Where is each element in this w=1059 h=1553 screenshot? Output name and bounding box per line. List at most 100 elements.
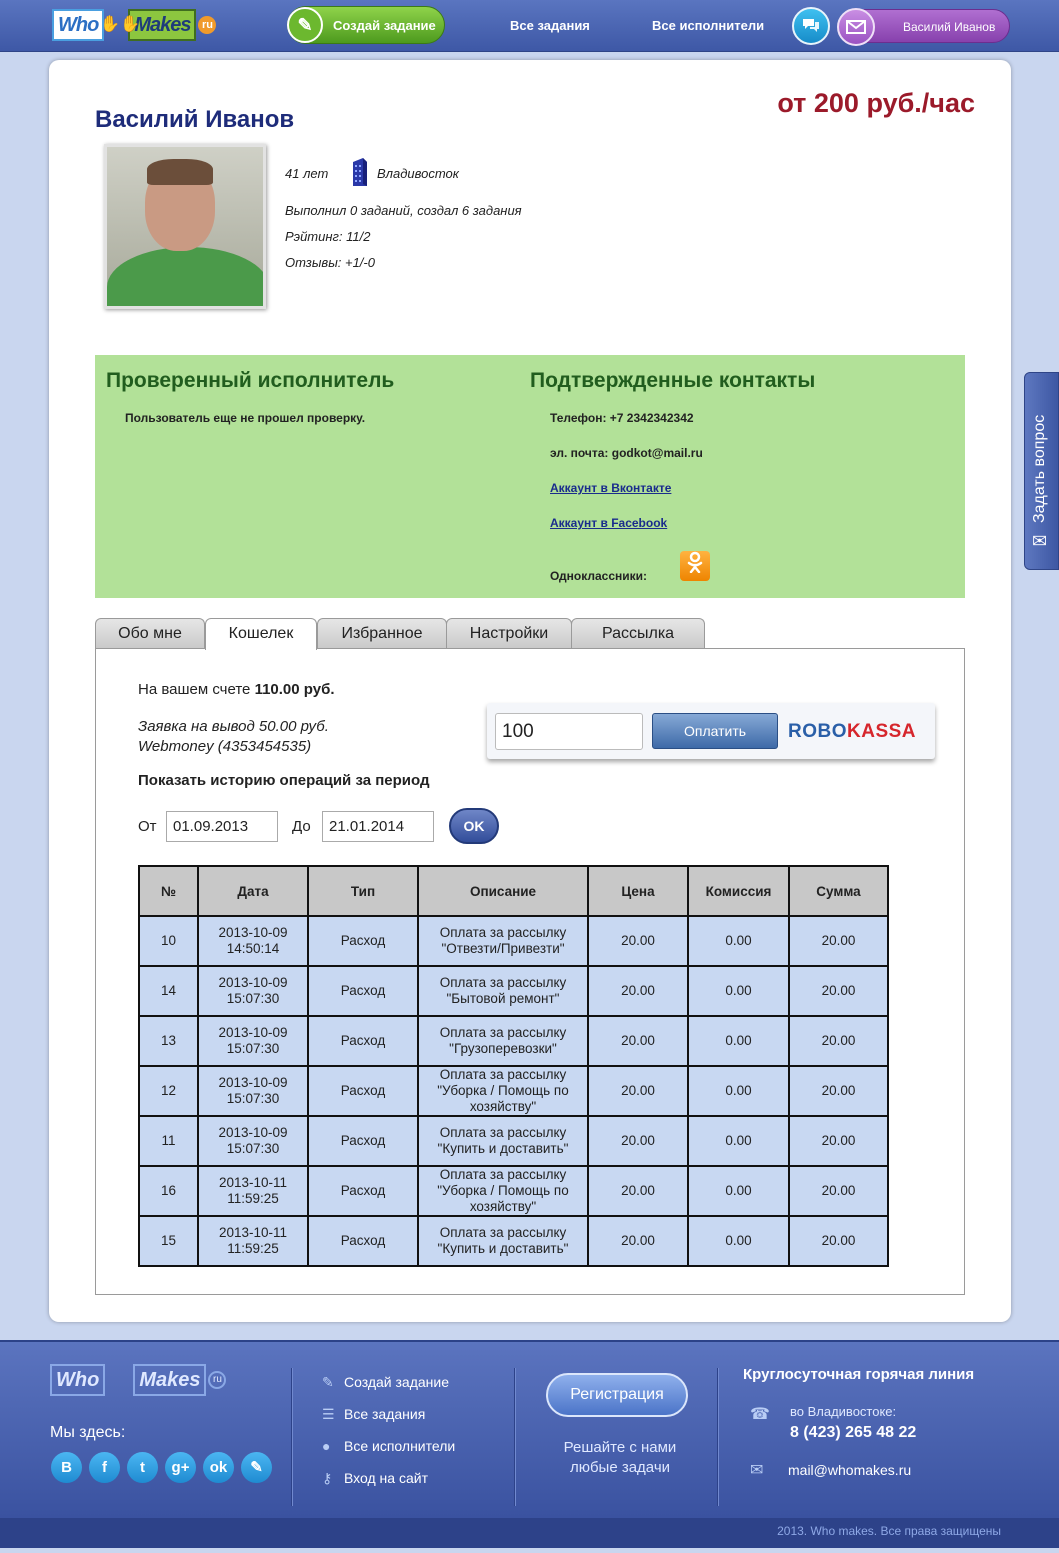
date-from-input[interactable]: 01.09.2013	[166, 811, 278, 842]
table-cell: 20.00	[788, 1115, 889, 1167]
ask-question-tab[interactable]: Задать вопрос ✉	[1024, 372, 1059, 570]
google-plus-icon[interactable]: g+	[165, 1452, 196, 1483]
date-to-label: До	[292, 818, 311, 835]
table-cell: 20.00	[788, 1165, 889, 1217]
profile-city: Владивосток	[377, 166, 459, 181]
table-cell: 0.00	[687, 1165, 790, 1217]
pay-button[interactable]: Оплатить	[652, 713, 778, 749]
user-menu[interactable]: Василий Иванов	[837, 8, 1010, 46]
profile-tasks-stat: Выполнил 0 заданий, создал 6 задания	[285, 203, 522, 218]
table-cell: 0.00	[687, 1215, 790, 1267]
confirmed-contacts-title: Подтвержденные контакты	[530, 369, 816, 392]
key-icon: ⚷	[322, 1470, 333, 1486]
table-cell: Расход	[307, 1215, 419, 1267]
robokassa-payment-box: 100 Оплатить ROBOKASSA	[487, 703, 935, 759]
table-row: 11 2013-10-09 15:07:30 Расход Оплата за рас…	[138, 1115, 889, 1167]
livejournal-icon[interactable]: ✎	[241, 1452, 272, 1483]
top-navigation-bar: Who ✋✋ Makes ru ✎ Создай задание Все зад…	[0, 0, 1059, 52]
list-icon: ☰	[322, 1406, 335, 1422]
table-cell: 10	[138, 915, 199, 967]
profile-rating: Рэйтинг: 11/2	[285, 229, 371, 244]
nav-all-performers[interactable]: Все исполнители	[652, 18, 764, 33]
balance-amount: 110.00 руб.	[254, 681, 335, 698]
table-cell: 15	[138, 1215, 199, 1267]
slogan: Решайте с нами любые задачи	[563, 1439, 677, 1476]
table-cell: 13	[138, 1015, 199, 1067]
footer-divider	[291, 1368, 292, 1506]
table-cell: 0.00	[687, 915, 790, 967]
column-header: Цена	[587, 865, 689, 917]
profile-name: Василий Иванов	[95, 106, 295, 133]
footer-logo[interactable]: Who Makes ru	[50, 1364, 227, 1396]
table-header-row: № Дата Тип Описание Цена Комиссия Сумма	[138, 865, 889, 917]
odnoklassniki-icon[interactable]	[680, 551, 710, 581]
odnoklassniki-label: Одноклассники:	[550, 569, 648, 583]
tab-favorites[interactable]: Избранное	[317, 618, 447, 649]
verification-panel: Проверенный исполнитель Пользователь еще…	[95, 355, 965, 598]
table-cell: Расход	[307, 965, 419, 1017]
site-logo[interactable]: Who ✋✋ Makes ru	[52, 8, 217, 42]
contact-phone: Телефон: +7 2342342342	[550, 411, 694, 425]
table-cell: 11	[138, 1115, 199, 1167]
table-cell: Расход	[307, 1115, 419, 1167]
tab-mailing[interactable]: Рассылка	[571, 618, 705, 649]
contact-email: эл. почта: godkot@mail.ru	[550, 446, 703, 460]
hotline-phone: 8 (423) 265 48 22	[790, 1424, 917, 1441]
payment-amount-input[interactable]: 100	[495, 713, 643, 750]
nav-all-tasks[interactable]: Все задания	[510, 18, 590, 33]
column-header: Описание	[417, 865, 589, 917]
table-row: 12 2013-10-09 15:07:30 Расход Оплата за рас…	[138, 1065, 889, 1117]
footer-link-login[interactable]: ⚷ Вход на сайт	[322, 1470, 428, 1487]
messages-icon[interactable]	[792, 7, 830, 45]
table-cell: 20.00	[587, 1115, 689, 1167]
hotline-email[interactable]: mail@whomakes.ru	[788, 1462, 911, 1478]
table-cell: 2013-10-11 11:59:25	[197, 1165, 309, 1217]
handshake-icon: ✋✋	[100, 16, 140, 33]
envelope-icon: ✉	[1032, 531, 1048, 551]
column-header: Комиссия	[687, 865, 790, 917]
table-cell: Оплата за рассылку "Уборка / Помощь по х…	[417, 1065, 589, 1117]
create-task-button[interactable]: ✎ Создай задание	[287, 6, 445, 44]
table-cell: 2013-10-09 14:50:14	[197, 915, 309, 967]
table-cell: 20.00	[587, 965, 689, 1017]
facebook-account-link[interactable]: Аккаунт в Facebook	[550, 516, 667, 530]
footer-link-all-performers[interactable]: ● Все исполнители	[322, 1438, 455, 1454]
table-cell: 12	[138, 1065, 199, 1117]
register-button[interactable]: Регистрация	[546, 1373, 688, 1417]
we-are-here-label: Мы здесь:	[50, 1424, 126, 1441]
date-to-input[interactable]: 21.01.2014	[322, 811, 434, 842]
table-cell: 0.00	[687, 965, 790, 1017]
twitter-icon[interactable]: t	[127, 1452, 158, 1483]
table-row: 15 2013-10-11 11:59:25 Расход Оплата за рас…	[138, 1215, 889, 1267]
column-header: Сумма	[788, 865, 889, 917]
table-cell: 16	[138, 1165, 199, 1217]
footer-link-all-tasks[interactable]: ☰ Все задания	[322, 1406, 425, 1423]
tab-settings[interactable]: Настройки	[446, 618, 572, 649]
table-cell: Расход	[307, 1065, 419, 1117]
wallet-panel: На вашем счете 110.00 руб. Заявка на выв…	[95, 648, 965, 1295]
table-row: 10 2013-10-09 14:50:14 Расход Оплата за рас…	[138, 915, 889, 967]
ok-button[interactable]: OK	[449, 808, 499, 844]
copyright-text: 2013. Who makes. Все права защищены	[777, 1524, 1001, 1538]
envelope-icon[interactable]	[837, 8, 875, 46]
operations-table: № Дата Тип Описание Цена Комиссия Сумма …	[138, 865, 889, 1267]
table-cell: 20.00	[788, 915, 889, 967]
column-header: №	[138, 865, 199, 917]
footer-link-create-task[interactable]: ✎ Создай задание	[322, 1374, 449, 1391]
vk-icon[interactable]: B	[51, 1452, 82, 1483]
facebook-icon[interactable]: f	[89, 1452, 120, 1483]
footer-divider	[514, 1368, 515, 1506]
avatar	[104, 144, 266, 309]
column-header: Тип	[307, 865, 419, 917]
table-cell: Оплата за рассылку "Отвезти/Привезти"	[417, 915, 589, 967]
pencil-icon: ✎	[287, 7, 323, 43]
table-row: 14 2013-10-09 15:07:30 Расход Оплата за рас…	[138, 965, 889, 1017]
tab-about[interactable]: Обо мне	[95, 618, 205, 649]
tab-wallet[interactable]: Кошелек	[205, 618, 317, 650]
table-cell: 2013-10-09 15:07:30	[197, 1065, 309, 1117]
user-name: Василий Иванов	[903, 20, 996, 34]
table-cell: Оплата за рассылку "Уборка / Помощь по х…	[417, 1165, 589, 1217]
odnoklassniki-icon[interactable]: ok	[203, 1452, 234, 1483]
profile-age: 41 лет	[285, 166, 329, 181]
vk-account-link[interactable]: Аккаунт в Вконтакте	[550, 481, 671, 495]
